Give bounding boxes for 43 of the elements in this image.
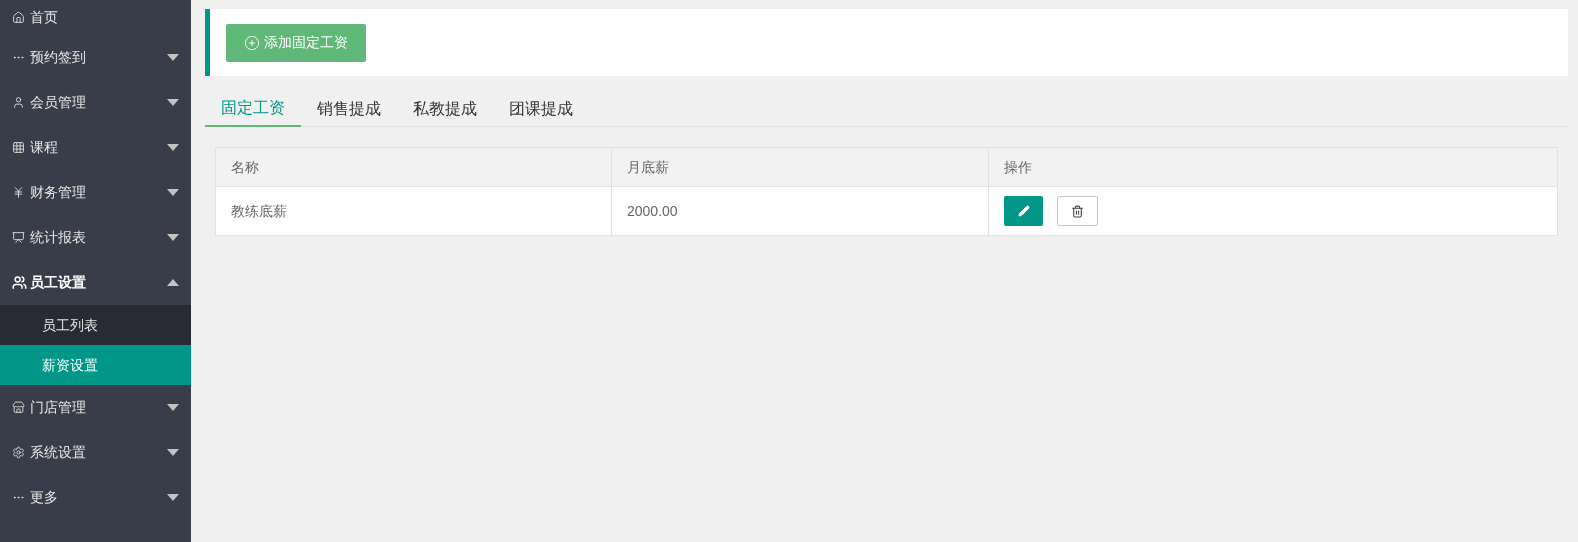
nav-label: 预约签到	[30, 48, 87, 67]
nav-item[interactable]: 系统设置	[0, 430, 191, 475]
nav-label: 更多	[30, 488, 59, 507]
nav-item[interactable]: 首页	[0, 0, 191, 35]
home-icon	[12, 11, 25, 24]
table-cell: 教练底薪	[216, 187, 612, 235]
nav-subitem[interactable]: 薪资设置	[0, 345, 191, 385]
nav-item[interactable]: 门店管理	[0, 385, 191, 430]
grid-icon	[12, 141, 25, 154]
nav-label: 课程	[30, 138, 59, 157]
nav-label: 首页	[30, 8, 59, 27]
nav-label: 财务管理	[30, 183, 87, 202]
tab[interactable]: 私教提成	[397, 90, 493, 127]
nav-item[interactable]: 统计报表	[0, 215, 191, 260]
nav-item[interactable]: 课程	[0, 125, 191, 170]
yen-icon	[12, 186, 25, 199]
nav-item[interactable]: 更多	[0, 475, 191, 520]
nav-label: 系统设置	[30, 443, 87, 462]
pencil-icon	[1017, 205, 1030, 217]
nav-label: 门店管理	[30, 398, 87, 417]
plus-circle-icon	[244, 34, 260, 51]
nav-label: 会员管理	[30, 93, 87, 112]
delete-button[interactable]	[1057, 196, 1098, 226]
nav-item[interactable]: 会员管理	[0, 80, 191, 125]
edit-button[interactable]	[1004, 196, 1043, 226]
trash-icon	[1071, 204, 1084, 218]
nav-item[interactable]: 财务管理	[0, 170, 191, 215]
nav-subitem[interactable]: 员工列表	[0, 305, 191, 345]
tab[interactable]: 销售提成	[301, 90, 397, 127]
nav-item[interactable]: 员工设置	[0, 260, 191, 305]
column-header: 操作	[1003, 157, 1033, 177]
nav-label: 员工设置	[30, 273, 87, 292]
column-header: 月底薪	[612, 148, 989, 186]
monitor-icon	[12, 231, 25, 244]
nav-item[interactable]: 预约签到	[0, 35, 191, 80]
store-icon	[12, 401, 25, 414]
user-icon	[12, 96, 25, 109]
tab[interactable]: 团课提成	[493, 90, 589, 127]
column-header: 名称	[216, 148, 612, 186]
nav-label: 统计报表	[30, 228, 87, 247]
settings-icon	[12, 446, 25, 459]
users-icon	[12, 275, 27, 290]
table-cell: 2000.00	[612, 187, 989, 235]
